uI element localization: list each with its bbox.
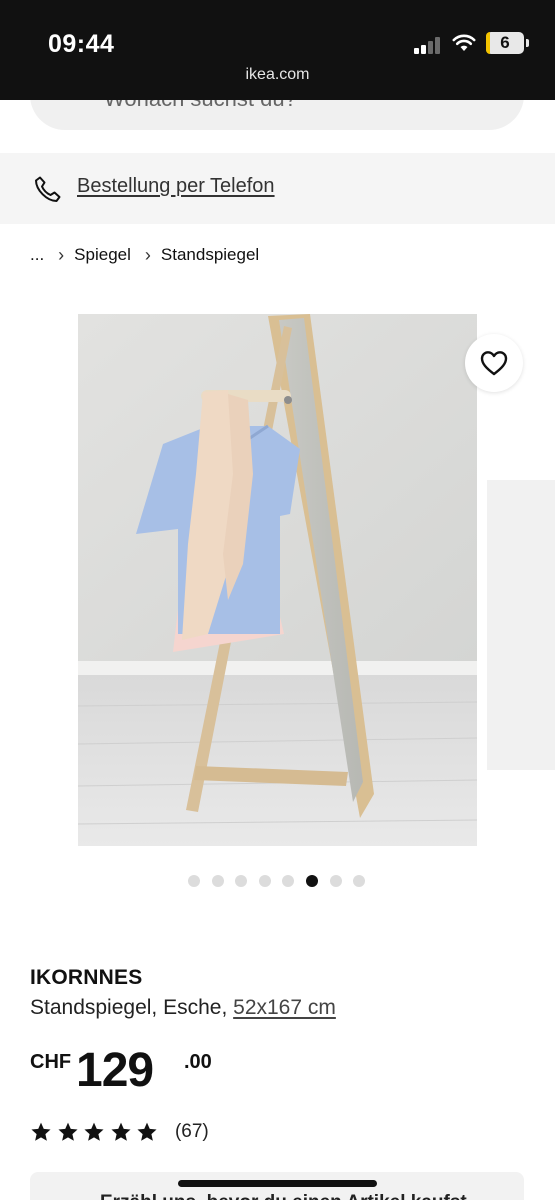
- star-icon: [84, 1122, 104, 1141]
- carousel-dot[interactable]: [329, 875, 342, 887]
- address-bar-url[interactable]: ikea.com: [0, 66, 555, 84]
- next-product-image[interactable]: [487, 480, 555, 770]
- image-carousel-dots: [188, 875, 377, 887]
- chevron-right-icon: ›: [58, 244, 65, 265]
- star-icon: [58, 1122, 78, 1141]
- battery-level: 6: [500, 33, 510, 52]
- carousel-dot[interactable]: [188, 875, 200, 887]
- chevron-right-icon: ›: [144, 244, 151, 265]
- price-decimal: .00: [184, 1051, 212, 1073]
- phone-order-link[interactable]: Bestellung per Telefon: [77, 175, 275, 198]
- price-integer: 129: [76, 1044, 154, 1097]
- breadcrumb: ... › Spiegel › Standspiegel: [30, 243, 259, 267]
- cellular-signal-icon: [414, 36, 444, 54]
- carousel-dot[interactable]: [305, 875, 318, 887]
- favourite-button[interactable]: [465, 334, 523, 392]
- rating-stars: [30, 1121, 163, 1143]
- product-type: Standspiegel, Esche,: [30, 996, 228, 1019]
- phone-order-row[interactable]: Bestellung per Telefon: [0, 153, 555, 224]
- product-size-link[interactable]: 52x167 cm: [233, 996, 336, 1019]
- carousel-dot[interactable]: [211, 875, 224, 887]
- battery-icon: 6: [486, 32, 524, 54]
- phone-icon: [35, 176, 61, 202]
- rating-count[interactable]: (67): [175, 1121, 209, 1143]
- wifi-icon: [452, 34, 476, 51]
- star-icon: [137, 1122, 157, 1141]
- star-icon: [111, 1122, 131, 1141]
- heart-icon: [480, 351, 508, 376]
- bottom-banner-text: Erzähl uns, bevor du einen Artikel kaufs…: [100, 1192, 467, 1200]
- carousel-dot[interactable]: [235, 875, 248, 887]
- home-indicator: [178, 1180, 377, 1187]
- product-rating[interactable]: (67): [30, 1120, 209, 1144]
- star-icon: [31, 1122, 51, 1141]
- breadcrumb-ellipsis[interactable]: ...: [30, 245, 44, 265]
- breadcrumb-item-standspiegel[interactable]: Standspiegel: [161, 245, 259, 265]
- product-image[interactable]: [78, 314, 477, 846]
- status-bar: 09:44 6 ikea.com: [0, 0, 555, 100]
- status-time: 09:44: [48, 30, 115, 58]
- carousel-dot[interactable]: [282, 875, 295, 887]
- product-description: Standspiegel, Esche, 52x167 cm: [30, 996, 336, 1020]
- price-currency: CHF: [30, 1051, 72, 1073]
- breadcrumb-item-spiegel[interactable]: Spiegel: [74, 245, 131, 265]
- carousel-dot[interactable]: [353, 875, 366, 887]
- carousel-dot[interactable]: [258, 875, 271, 887]
- product-name: IKORNNES: [30, 966, 143, 989]
